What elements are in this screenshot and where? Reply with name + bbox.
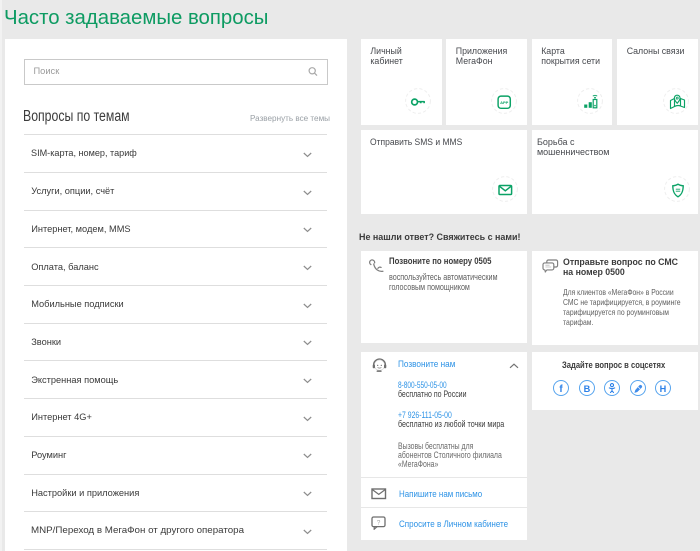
- svg-text:f: f: [559, 384, 563, 395]
- svg-text:Н: Н: [660, 384, 667, 394]
- svg-text:APP: APP: [500, 100, 509, 105]
- svg-text:В: В: [583, 384, 590, 394]
- svg-text:?: ?: [377, 520, 381, 527]
